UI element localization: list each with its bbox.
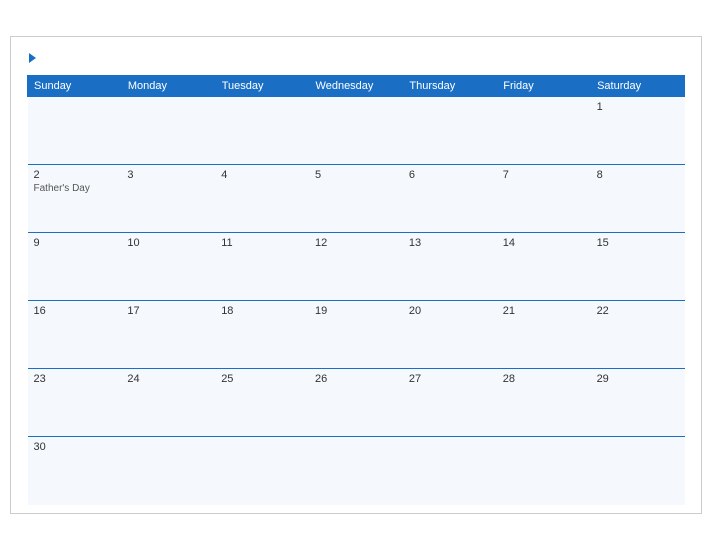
calendar-cell bbox=[121, 437, 215, 505]
calendar-cell bbox=[309, 437, 403, 505]
day-number: 8 bbox=[597, 169, 603, 181]
day-number: 11 bbox=[221, 237, 232, 249]
calendar-cell bbox=[403, 97, 497, 165]
weekday-header-wednesday: Wednesday bbox=[309, 76, 403, 97]
calendar-cell bbox=[497, 97, 591, 165]
calendar-grid: SundayMondayTuesdayWednesdayThursdayFrid… bbox=[27, 75, 685, 505]
day-number: 30 bbox=[34, 441, 46, 453]
day-number: 6 bbox=[409, 169, 415, 181]
calendar-cell: 21 bbox=[497, 301, 591, 369]
day-number: 22 bbox=[597, 305, 609, 317]
calendar-cell bbox=[591, 437, 685, 505]
day-number: 10 bbox=[127, 237, 139, 249]
calendar-cell: 29 bbox=[591, 369, 685, 437]
calendar-cell: 17 bbox=[121, 301, 215, 369]
day-number: 15 bbox=[597, 237, 609, 249]
day-number: 2 bbox=[34, 169, 40, 181]
calendar-cell: 27 bbox=[403, 369, 497, 437]
day-number: 12 bbox=[315, 237, 327, 249]
calendar-cell bbox=[215, 97, 309, 165]
weekday-header-row: SundayMondayTuesdayWednesdayThursdayFrid… bbox=[28, 76, 685, 97]
calendar-cell: 2 Father's Day bbox=[28, 165, 122, 233]
calendar-cell: 14 bbox=[497, 233, 591, 301]
calendar-cell: 30 bbox=[28, 437, 122, 505]
day-number: 4 bbox=[221, 169, 227, 181]
calendar-cell: 12 bbox=[309, 233, 403, 301]
calendar-cell: 1 bbox=[591, 97, 685, 165]
day-number: 14 bbox=[503, 237, 515, 249]
day-number: 16 bbox=[34, 305, 46, 317]
day-number: 3 bbox=[127, 169, 133, 181]
week-row-5: 30 bbox=[28, 437, 685, 505]
day-number: 1 bbox=[597, 101, 603, 113]
calendar-cell: 8 bbox=[591, 165, 685, 233]
calendar-cell bbox=[309, 97, 403, 165]
calendar-cell: 26 bbox=[309, 369, 403, 437]
calendar-cell: 23 bbox=[28, 369, 122, 437]
calendar-cell: 22 bbox=[591, 301, 685, 369]
week-row-4: 23 24 25 26 27 28 29 bbox=[28, 369, 685, 437]
calendar-container: SundayMondayTuesdayWednesdayThursdayFrid… bbox=[10, 36, 702, 514]
week-row-2: 9 10 11 12 13 14 15 bbox=[28, 233, 685, 301]
day-number: 9 bbox=[34, 237, 40, 249]
calendar-cell: 16 bbox=[28, 301, 122, 369]
day-number: 5 bbox=[315, 169, 321, 181]
day-number: 25 bbox=[221, 373, 233, 385]
calendar-cell: 15 bbox=[591, 233, 685, 301]
weekday-header-saturday: Saturday bbox=[591, 76, 685, 97]
calendar-cell bbox=[121, 97, 215, 165]
calendar-cell: 28 bbox=[497, 369, 591, 437]
logo-triangle-icon bbox=[29, 53, 36, 63]
calendar-cell: 9 bbox=[28, 233, 122, 301]
week-row-0: 1 bbox=[28, 97, 685, 165]
calendar-cell: 20 bbox=[403, 301, 497, 369]
day-number: 18 bbox=[221, 305, 233, 317]
day-number: 26 bbox=[315, 373, 327, 385]
weekday-header-thursday: Thursday bbox=[403, 76, 497, 97]
calendar-cell: 13 bbox=[403, 233, 497, 301]
calendar-cell: 11 bbox=[215, 233, 309, 301]
day-number: 21 bbox=[503, 305, 515, 317]
calendar-cell: 19 bbox=[309, 301, 403, 369]
calendar-cell: 24 bbox=[121, 369, 215, 437]
calendar-cell: 5 bbox=[309, 165, 403, 233]
day-number: 17 bbox=[127, 305, 139, 317]
calendar-cell: 4 bbox=[215, 165, 309, 233]
weekday-header-tuesday: Tuesday bbox=[215, 76, 309, 97]
calendar-cell: 3 bbox=[121, 165, 215, 233]
calendar-cell: 6 bbox=[403, 165, 497, 233]
weekday-header-monday: Monday bbox=[121, 76, 215, 97]
day-number: 27 bbox=[409, 373, 421, 385]
calendar-cell bbox=[215, 437, 309, 505]
calendar-cell: 18 bbox=[215, 301, 309, 369]
week-row-1: 2 Father's Day 3 4 5 6 7 8 bbox=[28, 165, 685, 233]
day-number: 23 bbox=[34, 373, 46, 385]
day-event: Father's Day bbox=[34, 183, 116, 194]
calendar-header bbox=[27, 53, 685, 63]
day-number: 29 bbox=[597, 373, 609, 385]
logo-blue-text bbox=[27, 53, 36, 63]
calendar-cell: 7 bbox=[497, 165, 591, 233]
weekday-header-sunday: Sunday bbox=[28, 76, 122, 97]
calendar-cell bbox=[403, 437, 497, 505]
day-number: 28 bbox=[503, 373, 515, 385]
calendar-cell: 10 bbox=[121, 233, 215, 301]
calendar-cell bbox=[28, 97, 122, 165]
calendar-cell bbox=[497, 437, 591, 505]
day-number: 19 bbox=[315, 305, 327, 317]
day-number: 7 bbox=[503, 169, 509, 181]
day-number: 13 bbox=[409, 237, 421, 249]
day-number: 24 bbox=[127, 373, 139, 385]
week-row-3: 16 17 18 19 20 21 22 bbox=[28, 301, 685, 369]
logo bbox=[27, 53, 36, 63]
day-number: 20 bbox=[409, 305, 421, 317]
weekday-header-friday: Friday bbox=[497, 76, 591, 97]
calendar-cell: 25 bbox=[215, 369, 309, 437]
